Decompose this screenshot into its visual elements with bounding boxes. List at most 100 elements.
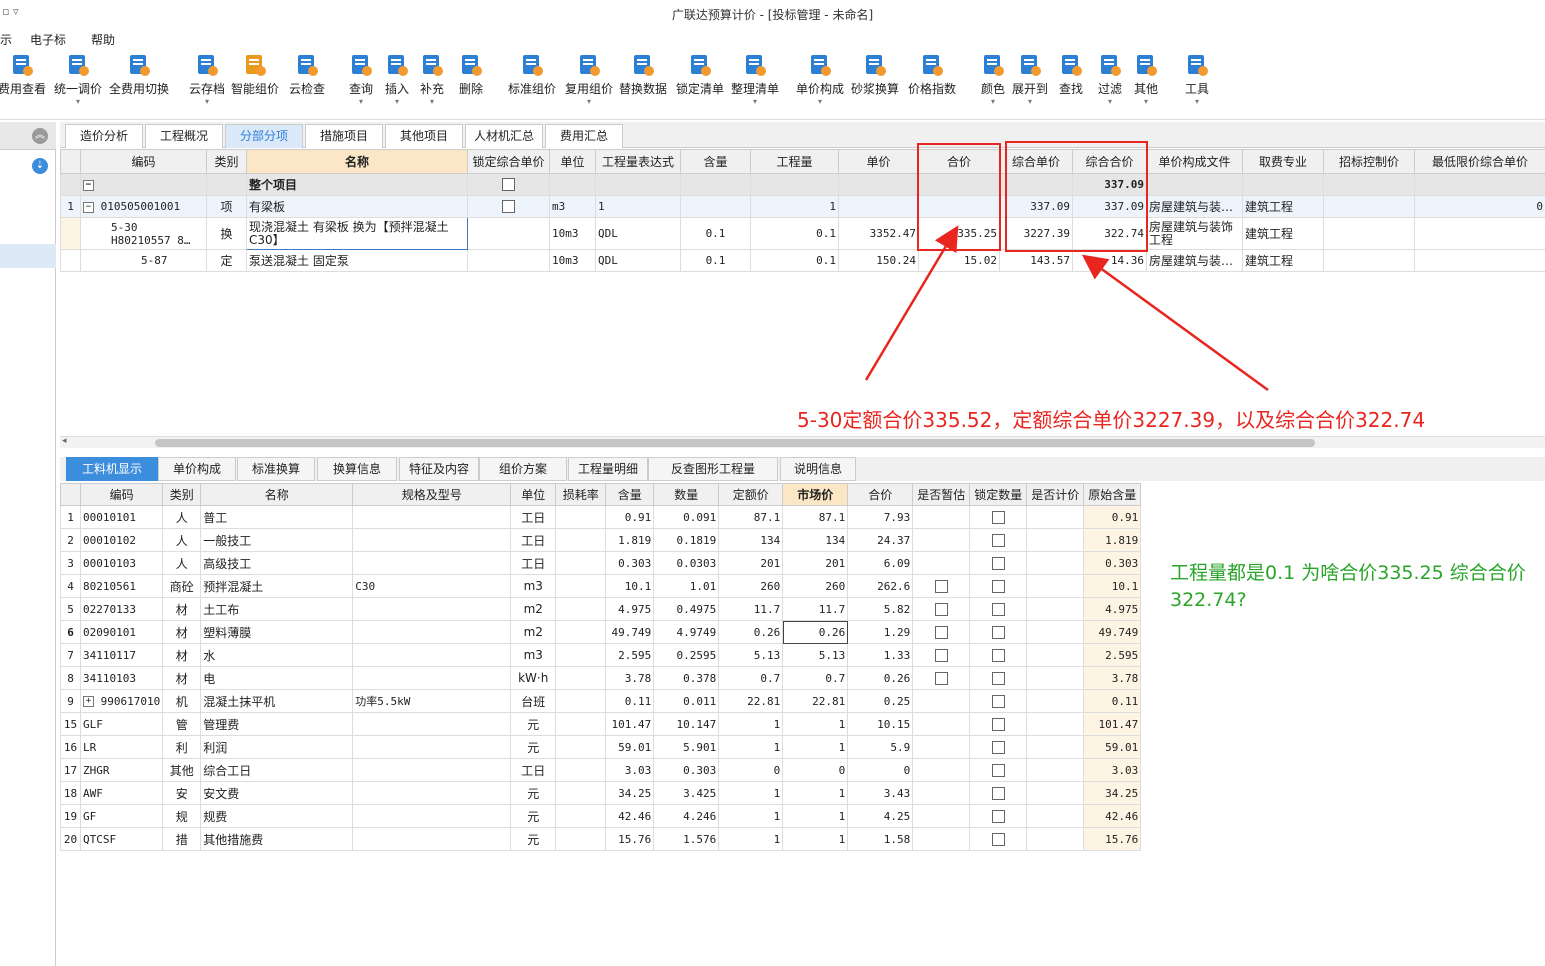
cell-qty[interactable]: 0.4975 <box>653 597 720 621</box>
cell-content[interactable]: 0.91 <box>605 505 655 529</box>
cell-code[interactable]: 02270133 <box>79 597 164 621</box>
tree-expand-icon[interactable]: + <box>83 696 94 707</box>
cell-qty[interactable]: 10.147 <box>653 712 720 736</box>
lower-header-9[interactable]: 定额价 <box>718 483 784 506</box>
cell-qty[interactable]: 0.0303 <box>653 551 720 575</box>
cell-file[interactable]: 房屋建筑与装… <box>1146 195 1243 218</box>
header-ctrl-price[interactable]: 招标控制价 <box>1323 149 1415 174</box>
table-row[interactable]: 17 ZHGR 其他 综合工日 工日 3.03 0.303 0 0 0 3.03 <box>60 758 1142 782</box>
header-name[interactable]: 名称 <box>246 149 468 174</box>
cell-name[interactable]: 普工 <box>200 505 354 529</box>
cell-min[interactable] <box>1414 217 1545 250</box>
table-row[interactable]: 3 00010103 人高级技工 工日 0.303 0.0303 201 201 6.09 0.3… <box>60 551 1142 575</box>
cell-priced[interactable] <box>1026 574 1085 598</box>
lower-header-5[interactable]: 单位 <box>510 483 557 506</box>
cell-lock[interactable] <box>969 597 1028 621</box>
cell-qty[interactable]: 0.378 <box>653 666 720 690</box>
cell-content[interactable]: 3.78 <box>605 666 655 690</box>
cell-lock[interactable] <box>969 735 1028 759</box>
cell-priced[interactable] <box>1026 758 1085 782</box>
checkbox[interactable] <box>934 648 948 662</box>
tab-3[interactable]: 措施项目 <box>305 124 383 148</box>
header-content[interactable]: 含量 <box>680 149 751 174</box>
table-row[interactable]: 16 LR 利利润元 59.01 5.901 1 1 5.9 59.01 <box>60 735 1142 759</box>
cell-loss[interactable] <box>555 781 607 805</box>
checkbox[interactable] <box>991 556 1005 570</box>
cell-unit[interactable]: m3 <box>510 643 557 667</box>
cell-content[interactable]: 0.1 <box>680 217 751 250</box>
cell-market-price[interactable]: 11.7 <box>782 597 849 621</box>
cell-name[interactable]: 其他措施费 <box>200 827 354 851</box>
cell-unit[interactable]: 工日 <box>510 551 557 575</box>
toolbar-btn-14[interactable]: 整理清单 ▾ <box>721 52 789 106</box>
table-row[interactable]: 20 QTCSF 措其他措施费元 15.76 1.576 1 1 1.58 15.76 <box>60 827 1142 851</box>
cell-lock[interactable] <box>969 804 1028 828</box>
cell-loss[interactable] <box>555 758 607 782</box>
header-qty-expr[interactable]: 工程量表达式 <box>595 149 681 174</box>
cell-code[interactable]: 00010103 <box>79 551 164 575</box>
header-unit-price[interactable]: 单价 <box>838 149 919 174</box>
cell-name[interactable]: 现浇混凝土 有梁板 换为【预拌混凝土 C30】 <box>246 217 468 250</box>
header-lock-price[interactable]: 锁定综合单价 <box>467 149 550 174</box>
cell-market-price[interactable]: 22.81 <box>782 689 849 713</box>
cell-priced[interactable] <box>1026 689 1085 713</box>
tab-0[interactable]: 造价分析 <box>65 124 143 148</box>
chevron-down-icon[interactable]: ▾ <box>555 98 623 106</box>
cell-priced[interactable] <box>1026 781 1085 805</box>
cell-code[interactable]: − 010505001001 <box>80 195 207 218</box>
table-row[interactable]: 19 GF 规规费元 42.46 4.246 1 1 4.25 42.46 <box>60 804 1142 828</box>
cell-lock[interactable] <box>969 620 1028 644</box>
cell-unit[interactable]: 元 <box>510 735 557 759</box>
checkbox[interactable] <box>991 809 1005 823</box>
cell-priced[interactable] <box>1026 712 1085 736</box>
cell-lock[interactable] <box>467 195 550 218</box>
cell-priced[interactable] <box>1026 528 1085 552</box>
toolbar-btn-1[interactable]: 统一调价 ▾ <box>44 52 112 106</box>
cell-priced[interactable] <box>1026 804 1085 828</box>
cell-loss[interactable] <box>555 804 607 828</box>
cell-lock[interactable] <box>969 574 1028 598</box>
toolbar-btn-17[interactable]: 价格指数 <box>898 52 966 97</box>
menu-item-help[interactable]: 帮助 <box>91 31 115 48</box>
tab-1[interactable]: 工程概况 <box>145 124 223 148</box>
cell-unit[interactable]: 工日 <box>510 758 557 782</box>
cell-unit[interactable]: m2 <box>510 620 557 644</box>
cell-est[interactable] <box>912 666 971 690</box>
cell-qty[interactable]: 3.425 <box>653 781 720 805</box>
cell-loss[interactable] <box>555 735 607 759</box>
cell-content[interactable]: 59.01 <box>605 735 655 759</box>
cell-content[interactable] <box>680 195 751 218</box>
cell-spec[interactable] <box>352 758 512 782</box>
cell-name[interactable]: 规费 <box>200 804 354 828</box>
header-min-price[interactable]: 最低限价综合单价 <box>1414 149 1545 174</box>
cell-spec[interactable] <box>352 804 512 828</box>
detail-tab-7[interactable]: 反查图形工程量 <box>648 457 778 481</box>
cell-loss[interactable] <box>555 620 607 644</box>
lower-header-11[interactable]: 合价 <box>847 483 914 506</box>
cell-qty[interactable]: 0.1 <box>750 217 839 250</box>
cell-spec[interactable] <box>352 735 512 759</box>
cell-market-price[interactable]: 5.13 <box>782 643 849 667</box>
lower-header-7[interactable]: 含量 <box>605 483 655 506</box>
cell-loss[interactable] <box>555 528 607 552</box>
cell-code[interactable]: 80210561 <box>79 574 164 598</box>
cell-content[interactable]: 42.46 <box>605 804 655 828</box>
header-fee-major[interactable]: 取费专业 <box>1242 149 1324 174</box>
cell-name[interactable]: 利润 <box>200 735 354 759</box>
cell-market-price[interactable]: 134 <box>782 528 849 552</box>
detail-tab-5[interactable]: 组价方案 <box>479 457 567 481</box>
cell-priced[interactable] <box>1026 551 1085 575</box>
cell-file[interactable]: 房屋建筑与装饰 工程 <box>1146 217 1243 250</box>
table-row[interactable]: 5 02270133 材土工布 m2 4.975 0.4975 11.7 11.7 5.82 4.… <box>60 597 1142 621</box>
cell-spec[interactable] <box>352 597 512 621</box>
header-type[interactable]: 类别 <box>206 149 247 174</box>
cell-major[interactable]: 建筑工程 <box>1242 249 1324 272</box>
cell-lock[interactable] <box>969 528 1028 552</box>
cell-spec[interactable] <box>352 666 512 690</box>
detail-tab-3[interactable]: 换算信息 <box>317 457 397 481</box>
checkbox[interactable] <box>991 579 1005 593</box>
cell-priced[interactable] <box>1026 597 1085 621</box>
cell-unit[interactable]: 元 <box>510 804 557 828</box>
cell-market-price[interactable]: 0 <box>782 758 849 782</box>
cell-min[interactable] <box>1414 249 1545 272</box>
